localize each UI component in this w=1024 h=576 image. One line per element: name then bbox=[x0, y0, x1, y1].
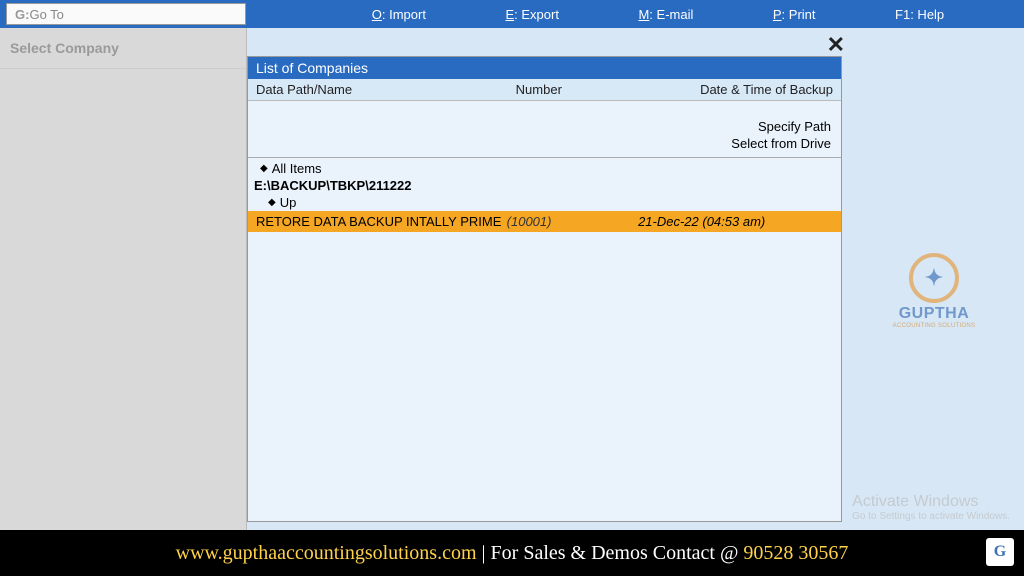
top-menu-bar: G: Go To O: Import E: Export M: E-mail P… bbox=[0, 0, 1024, 28]
goto-key: G: bbox=[15, 7, 29, 22]
row-date: 21-Dec-22 (04:53 am) bbox=[618, 214, 833, 229]
menu-help[interactable]: F1: Help bbox=[895, 7, 944, 22]
diamond-icon: ◆ bbox=[260, 163, 268, 174]
brand-logo: ✦ GUPTHA ACCOUNTING SOLUTIONS bbox=[874, 253, 994, 329]
items-area: ◆All Items E:\BACKUP\TBKP\211222 ◆Up RET… bbox=[248, 158, 841, 234]
current-path: E:\BACKUP\TBKP\211222 bbox=[248, 177, 841, 194]
path-options: Specify Path Select from Drive bbox=[248, 101, 841, 158]
goto-button[interactable]: G: Go To bbox=[6, 3, 246, 25]
logo-icon: ✦ bbox=[909, 253, 959, 303]
specify-path[interactable]: Specify Path bbox=[258, 119, 831, 136]
menu-import[interactable]: O: Import bbox=[372, 7, 426, 22]
col-name: Data Path/Name bbox=[256, 82, 516, 97]
select-company-label: Select Company bbox=[0, 28, 246, 69]
list-title: List of Companies bbox=[248, 57, 841, 79]
main-area: Select Company ✕ List of Companies Data … bbox=[0, 28, 1024, 530]
menu-items: O: Import E: Export M: E-mail P: Print F… bbox=[252, 7, 1024, 22]
left-panel: Select Company bbox=[0, 28, 247, 530]
col-number: Number bbox=[516, 82, 631, 97]
goto-label: Go To bbox=[29, 7, 63, 22]
center-panel: ✕ List of Companies Data Path/Name Numbe… bbox=[247, 28, 849, 530]
menu-email[interactable]: M: E-mail bbox=[638, 7, 693, 22]
footer-phone: 90528 30567 bbox=[743, 542, 848, 564]
row-number: (10001) bbox=[507, 214, 618, 229]
footer-website: www.gupthaaccountingsolutions.com bbox=[176, 542, 477, 564]
list-columns: Data Path/Name Number Date & Time of Bac… bbox=[248, 79, 841, 101]
close-icon[interactable]: ✕ bbox=[827, 34, 845, 56]
diamond-icon: ◆ bbox=[268, 197, 276, 208]
footer-msg: For Sales & Demos Contact @ bbox=[491, 542, 744, 564]
activate-windows-watermark: Activate Windows Go to Settings to activ… bbox=[852, 493, 1010, 522]
up-row[interactable]: ◆Up bbox=[248, 194, 841, 211]
logo-subtext: ACCOUNTING SOLUTIONS bbox=[874, 323, 994, 329]
logo-text: GUPTHA bbox=[874, 305, 994, 323]
company-row-selected[interactable]: RETORE DATA BACKUP INTALLY PRIME (10001)… bbox=[248, 211, 841, 232]
footer-bar: www.gupthaaccountingsolutions.com | For … bbox=[0, 530, 1024, 576]
menu-export[interactable]: E: Export bbox=[505, 7, 558, 22]
right-panel: ✦ GUPTHA ACCOUNTING SOLUTIONS Activate W… bbox=[849, 28, 1024, 530]
select-from-drive[interactable]: Select from Drive bbox=[258, 136, 831, 153]
col-date: Date & Time of Backup bbox=[631, 82, 833, 97]
menu-print[interactable]: P: Print bbox=[773, 7, 816, 22]
all-items-row[interactable]: ◆All Items bbox=[248, 160, 841, 177]
company-list-dialog: List of Companies Data Path/Name Number … bbox=[247, 56, 842, 522]
footer-logo-icon: G bbox=[986, 538, 1014, 566]
row-name: RETORE DATA BACKUP INTALLY PRIME bbox=[256, 214, 507, 229]
